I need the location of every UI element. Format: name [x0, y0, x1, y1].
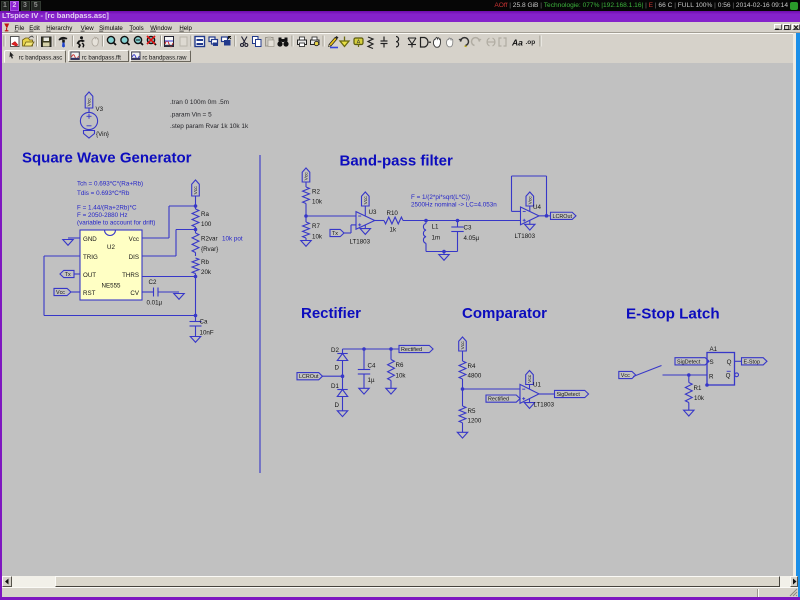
- svg-text:1m: 1m: [432, 235, 441, 242]
- svg-text:D1: D1: [331, 383, 339, 390]
- svg-text:TRIG: TRIG: [83, 254, 98, 261]
- svg-text:rc bandpass.fft: rc bandpass.fft: [82, 56, 122, 62]
- svg-text:THRS: THRS: [122, 272, 139, 279]
- svg-text:LCROut: LCROut: [553, 214, 573, 220]
- svg-text:Square Wave Generator: Square Wave Generator: [22, 150, 192, 167]
- svg-text:E-Stop Latch: E-Stop Latch: [626, 306, 720, 323]
- svg-text:Tx: Tx: [332, 231, 338, 237]
- svg-text:Vcc: Vcc: [304, 172, 310, 181]
- svg-text:100: 100: [201, 221, 212, 228]
- svg-text:.param Vin = 5: .param Vin = 5: [170, 112, 212, 119]
- svg-text:2500Hz nominal -> LC=4.053n: 2500Hz nominal -> LC=4.053n: [411, 202, 497, 209]
- svg-text:Vcc: Vcc: [129, 236, 139, 243]
- svg-text:Vcc: Vcc: [621, 373, 630, 379]
- svg-text:Vcc: Vcc: [363, 196, 369, 205]
- svg-text:LT1803: LT1803: [534, 401, 555, 408]
- svg-text:R10: R10: [387, 210, 399, 217]
- svg-text:Vcc: Vcc: [193, 186, 199, 195]
- svg-text:R1: R1: [694, 385, 702, 392]
- svg-text:C4: C4: [368, 363, 376, 370]
- svg-text:SigDetect: SigDetect: [677, 359, 701, 365]
- svg-text:4800: 4800: [468, 373, 482, 380]
- svg-text:Vcc: Vcc: [460, 341, 466, 350]
- svg-text:U1: U1: [533, 382, 541, 389]
- svg-text:LCROut: LCROut: [299, 374, 319, 380]
- svg-text:Q: Q: [727, 359, 732, 366]
- svg-text:{Rvar}: {Rvar}: [201, 246, 218, 253]
- svg-text:E-Stop: E-Stop: [744, 359, 760, 365]
- svg-text:SigDetect: SigDetect: [557, 392, 581, 398]
- svg-text:10k: 10k: [312, 234, 323, 241]
- svg-text:U4: U4: [533, 204, 541, 211]
- svg-text:R2var: R2var: [201, 236, 218, 243]
- svg-text:U2: U2: [107, 244, 115, 251]
- svg-text:Tdis = 0.693*C*Rb: Tdis = 0.693*C*Rb: [77, 190, 130, 197]
- svg-text:Vcc: Vcc: [87, 98, 93, 107]
- svg-text:10k: 10k: [312, 199, 323, 206]
- svg-text:10nF: 10nF: [200, 330, 214, 337]
- svg-text:20k: 20k: [201, 269, 212, 276]
- svg-text:rc bandpass.raw: rc bandpass.raw: [142, 56, 187, 62]
- svg-text:0.01µ: 0.01µ: [147, 300, 163, 307]
- svg-text:U3: U3: [369, 209, 377, 216]
- svg-text:Q: Q: [726, 373, 731, 380]
- svg-text:R4: R4: [468, 363, 476, 370]
- svg-text:OUT: OUT: [83, 272, 96, 279]
- svg-text:Tch = 0.693*C*(Ra+Rb): Tch = 0.693*C*(Ra+Rb): [77, 181, 143, 188]
- svg-text:Ca: Ca: [200, 319, 208, 326]
- svg-text:GND: GND: [83, 236, 97, 243]
- svg-text:DIS: DIS: [129, 254, 139, 261]
- svg-text:R2: R2: [312, 189, 320, 196]
- svg-text:C3: C3: [464, 225, 472, 232]
- svg-text:Rb: Rb: [201, 259, 209, 266]
- svg-text:{Vin}: {Vin}: [96, 131, 109, 138]
- svg-text:F = 2050-2880 Hz: F = 2050-2880 Hz: [77, 212, 128, 219]
- svg-text:.step param Rvar 1k 10k 1k: .step param Rvar 1k 10k 1k: [170, 123, 249, 130]
- svg-text:R6: R6: [396, 362, 404, 369]
- svg-text:D2: D2: [331, 347, 339, 354]
- svg-text:LT1803: LT1803: [515, 233, 536, 240]
- svg-text:R7: R7: [312, 223, 320, 230]
- svg-text:1k: 1k: [390, 227, 397, 234]
- svg-text:Tx: Tx: [65, 272, 71, 278]
- svg-text:L1: L1: [432, 224, 439, 231]
- svg-text:Ra: Ra: [201, 211, 209, 218]
- svg-text:A: A: [357, 40, 361, 46]
- svg-text:Rectified: Rectified: [488, 397, 509, 403]
- svg-text:Band-pass filter: Band-pass filter: [340, 153, 454, 170]
- svg-text:R5: R5: [468, 408, 476, 415]
- svg-text:F = 1.44/(Ra+2Rb)*C: F = 1.44/(Ra+2Rb)*C: [77, 205, 137, 212]
- svg-text:Vcc: Vcc: [56, 290, 65, 296]
- svg-text:10k: 10k: [694, 395, 705, 402]
- svg-text:1µ: 1µ: [368, 377, 375, 384]
- svg-text:V3: V3: [96, 106, 104, 113]
- svg-text:C2: C2: [149, 279, 157, 286]
- svg-text:A1: A1: [710, 346, 718, 353]
- svg-text:F = 1/(2*pi*sqrt(L*C)): F = 1/(2*pi*sqrt(L*C)): [411, 194, 470, 201]
- svg-text:R: R: [709, 373, 714, 380]
- svg-text:.tran 0 100m 0m .5m: .tran 0 100m 0m .5m: [170, 99, 229, 106]
- svg-text:LT1803: LT1803: [350, 239, 371, 246]
- svg-text:S: S: [710, 359, 714, 366]
- svg-text:RST: RST: [83, 290, 96, 297]
- svg-text:D: D: [335, 402, 340, 409]
- svg-text:CV: CV: [130, 290, 139, 297]
- svg-text:D: D: [335, 365, 340, 372]
- svg-text:Comparator: Comparator: [462, 305, 547, 322]
- svg-text:Rectifier: Rectifier: [301, 305, 361, 322]
- svg-text:rc bandpass.asc: rc bandpass.asc: [19, 56, 63, 62]
- svg-text:10k pot: 10k pot: [222, 236, 243, 243]
- svg-text:Rectified: Rectified: [401, 347, 422, 353]
- svg-text:(variable to account for drift: (variable to account for drift): [77, 220, 155, 227]
- svg-text:NE555: NE555: [102, 283, 121, 290]
- svg-text:4.05µ: 4.05µ: [464, 235, 480, 242]
- svg-text:10k: 10k: [396, 373, 407, 380]
- svg-text:1200: 1200: [468, 418, 482, 425]
- svg-text:.op: .op: [526, 39, 536, 46]
